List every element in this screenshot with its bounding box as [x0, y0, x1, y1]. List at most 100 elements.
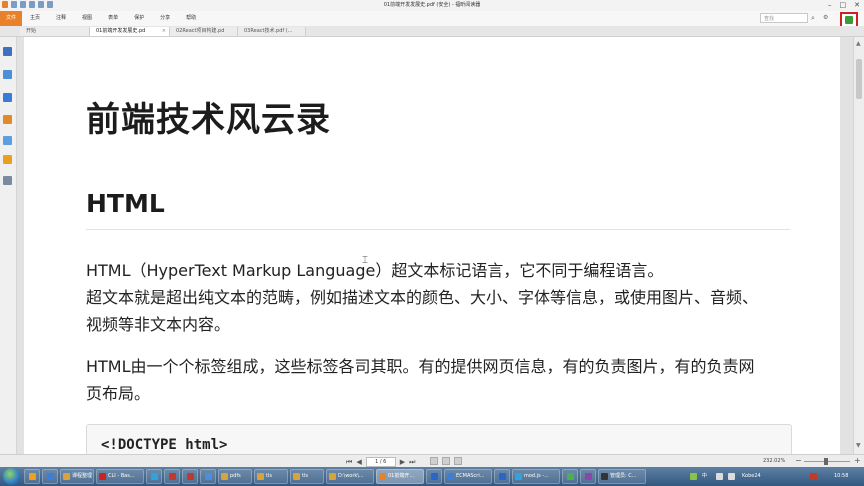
menu-view[interactable]: 视图	[74, 11, 100, 26]
taskbar-app-icon	[447, 473, 454, 480]
scroll-down-icon[interactable]: ▼	[856, 442, 861, 449]
taskbar-app-icon	[379, 473, 386, 480]
taskbar-item[interactable]	[200, 469, 216, 484]
paragraph-line: 超文本就是超出纯文本的范畴，例如描述文本的颜色、大小、字体等信息，或使用图片、音…	[86, 288, 759, 307]
section-heading: HTML	[86, 189, 165, 218]
search-icon[interactable]: ⌕	[811, 14, 819, 22]
page-number-input[interactable]: 1 / 6	[365, 457, 396, 467]
security-lock-icon[interactable]	[3, 155, 12, 164]
minimize-icon[interactable]: –	[828, 0, 832, 10]
vertical-scrollbar[interactable]: ▲ ▼	[853, 37, 864, 454]
taskbar-item[interactable]: tls	[290, 469, 324, 484]
taskbar-item[interactable]	[426, 469, 442, 484]
taskbar-app-icon	[585, 473, 592, 480]
taskbar-app-icon	[29, 473, 36, 480]
menu-comment[interactable]: 注释	[48, 11, 74, 26]
scroll-up-icon[interactable]: ▲	[856, 40, 861, 47]
text-cursor-icon: ⌶	[362, 255, 368, 266]
taskbar-item[interactable]	[42, 469, 58, 484]
document-canvas[interactable]: 前端技术风云录 HTML HTML（HyperText Markup Langu…	[17, 37, 853, 454]
taskbar-app-icon	[329, 473, 336, 480]
menu-bar: 文件 主页 注释 视图 表单 保护 分享 帮助 查找 ⌕ ⚙	[0, 11, 864, 27]
close-icon[interactable]: ✕	[854, 0, 860, 10]
zoom-level[interactable]: 232.02%	[763, 457, 785, 466]
input-language[interactable]: 中	[702, 469, 707, 484]
continuous-page-icon[interactable]	[442, 457, 450, 465]
menu-home[interactable]: 主页	[22, 11, 48, 26]
taskbar-app-icon	[499, 473, 506, 480]
code-block: <!DOCTYPE html>	[86, 424, 792, 454]
taskbar-item[interactable]	[164, 469, 180, 484]
paragraph-1: HTML（HyperText Markup Language）超文本标记语言，它…	[86, 257, 758, 338]
taskbar-app-icon	[99, 473, 106, 480]
taskbar-app-icon	[169, 473, 176, 480]
taskbar-item-label: 管理员: C...	[610, 473, 637, 479]
network-icon[interactable]	[716, 473, 723, 480]
tab-document-3[interactable]: 03React技术.pdf (...	[238, 27, 306, 36]
paragraph-line: HTML由一个个标签组成，这些标签各司其职。有的提供网页信息，有的负责图片，有的…	[86, 357, 755, 376]
zoom-slider-handle[interactable]	[824, 458, 828, 465]
bookmark-icon[interactable]	[3, 93, 12, 102]
clock[interactable]: 10:58	[834, 469, 848, 484]
taskbar-item[interactable]: D:\work\...	[326, 469, 374, 484]
signature-icon[interactable]	[3, 176, 12, 185]
zoom-out-icon[interactable]: −	[795, 456, 802, 466]
taskbar-item[interactable]: tls	[254, 469, 288, 484]
menu-share[interactable]: 分享	[152, 11, 178, 26]
taskbar-item[interactable]	[562, 469, 578, 484]
taskbar-item[interactable]	[182, 469, 198, 484]
hand-tool-icon[interactable]	[3, 47, 12, 56]
document-title: 前端技术风云录	[86, 100, 331, 140]
settings-icon[interactable]: ⚙	[823, 14, 828, 22]
zoom-in-icon[interactable]: +	[854, 456, 861, 466]
pages-panel-icon[interactable]	[3, 70, 12, 79]
scroll-thumb[interactable]	[856, 59, 862, 99]
security-shield-icon[interactable]	[810, 473, 817, 480]
single-page-icon[interactable]	[430, 457, 438, 465]
taskbar-app-icon	[431, 473, 438, 480]
attachment-icon[interactable]	[3, 136, 12, 145]
paragraph-line: 视频等非文本内容。	[86, 315, 231, 334]
tray-app-icon[interactable]	[690, 473, 697, 480]
tab-document-2[interactable]: 02React项目构建.pd	[170, 27, 238, 36]
facing-page-icon[interactable]	[454, 457, 462, 465]
taskbar-item[interactable]: 管理员: C...	[598, 469, 646, 484]
status-bar: ⏮ ◀ 1 / 6 ▶ ⏭ 232.02% − +	[0, 454, 864, 468]
taskbar-item[interactable]: 课程整理	[60, 469, 94, 484]
menu-right-icons: ⚙	[823, 14, 828, 22]
taskbar-app-icon	[205, 473, 212, 480]
taskbar-item-label: tls	[302, 473, 308, 479]
tab-document-1[interactable]: 01前端开发发展史.pd ×	[90, 27, 170, 36]
code-line: <!DOCTYPE html>	[101, 437, 228, 453]
ribbon-menu: 文件 主页 注释 视图 表单 保护 分享 帮助	[0, 11, 204, 26]
menu-protect[interactable]: 保护	[126, 11, 152, 26]
first-page-icon[interactable]: ⏮	[346, 458, 352, 467]
search-input[interactable]: 查找	[760, 13, 808, 23]
menu-help[interactable]: 帮助	[178, 11, 204, 26]
taskbar-app-icon	[257, 473, 264, 480]
tab-start[interactable]: 开始	[20, 27, 90, 36]
navigation-panel-toolbar	[0, 37, 17, 454]
volume-icon[interactable]	[728, 473, 735, 480]
start-button[interactable]	[3, 468, 20, 485]
last-page-icon[interactable]: ⏭	[409, 458, 415, 467]
taskbar-item[interactable]: mod.js -...	[512, 469, 560, 484]
taskbar-item[interactable]	[580, 469, 596, 484]
taskbar-item[interactable]: pdfs	[218, 469, 252, 484]
taskbar-item[interactable]: ECMAScri...	[444, 469, 492, 484]
maximize-icon[interactable]: □	[840, 0, 847, 10]
close-tab-icon[interactable]: ×	[162, 27, 166, 36]
next-page-icon[interactable]: ▶	[400, 458, 405, 467]
comments-icon[interactable]	[3, 115, 12, 124]
taskbar-item[interactable]	[494, 469, 510, 484]
taskbar-item[interactable]	[24, 469, 40, 484]
menu-file[interactable]: 文件	[0, 11, 23, 26]
menu-form[interactable]: 表单	[100, 11, 126, 26]
taskbar-item[interactable]: 01前端开...	[376, 469, 424, 484]
view-mode-buttons	[430, 457, 462, 465]
previous-page-icon[interactable]: ◀	[356, 458, 361, 467]
taskbar-item[interactable]	[146, 469, 162, 484]
tab-label: 01前端开发发展史.pd	[96, 28, 146, 34]
paragraph-2: HTML由一个个标签组成，这些标签各司其职。有的提供网页信息，有的负责图片，有的…	[86, 353, 755, 407]
taskbar-item[interactable]: CLI - Bas...	[96, 469, 144, 484]
